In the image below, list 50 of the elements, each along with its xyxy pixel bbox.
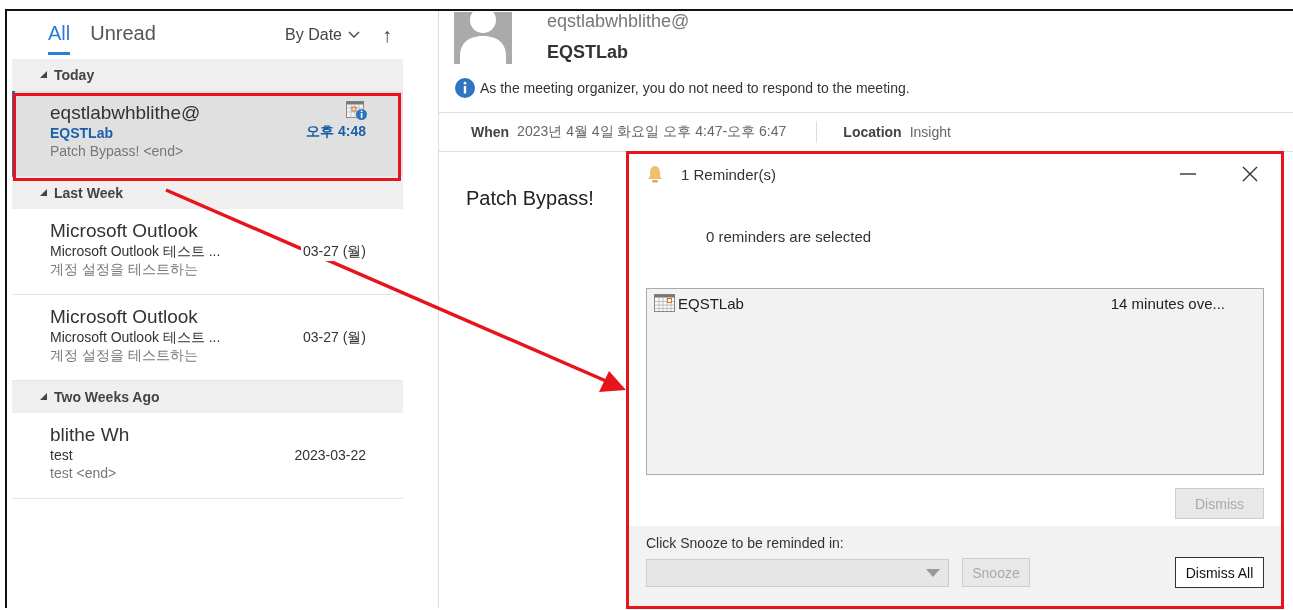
chevron-down-icon <box>348 31 360 39</box>
selection-status: 0 reminders are selected <box>705 227 873 247</box>
sort-direction-button[interactable]: ↑ <box>382 23 392 47</box>
sender-name: Microsoft Outlook <box>50 305 199 328</box>
message-subject: Microsoft Outlook 테스트 ... <box>50 328 222 346</box>
reminder-row[interactable]: EQSTLab 14 minutes ove... <box>647 289 1263 315</box>
sender-name: blithe Wh <box>50 423 131 446</box>
received-time: 오후 4:48 <box>305 123 367 141</box>
message-subject: Microsoft Outlook 테스트 ... <box>50 242 222 260</box>
received-time: 03-27 (월) <box>300 329 368 347</box>
when-label: When <box>471 124 510 140</box>
dropdown-arrow-icon <box>926 568 940 577</box>
location-label: Location <box>843 124 902 140</box>
group-header[interactable]: Last Week <box>12 177 403 209</box>
dismiss-all-button[interactable]: Dismiss All <box>1175 557 1264 588</box>
location-value: Insight <box>909 124 951 140</box>
close-icon <box>1241 165 1259 183</box>
message-item[interactable]: blithe Wh test test <end> 2023-03-22 <box>12 413 403 499</box>
bell-icon <box>646 165 664 183</box>
when-value: 2023년 4월 4일 화요일 오후 4:47-오후 6:47 <box>517 123 787 141</box>
sender-address: eqstlabwhblithe@ <box>547 12 690 30</box>
filter-tab[interactable]: All <box>48 15 71 55</box>
reminder-due: 14 minutes ove... <box>1110 294 1225 312</box>
snooze-label: Click Snooze to be reminded in: <box>646 535 845 551</box>
message-preview: 계정 설정을 테스트하는 <box>50 260 199 278</box>
sender-name: EQSTLab <box>547 42 629 63</box>
message-item[interactable]: eqstlabwhblithe@ EQSTLab Patch Bypass! <end> 오후 4:48 <box>12 91 403 177</box>
message-preview: test <end> <box>50 464 118 482</box>
group-header[interactable]: Today <box>12 59 403 91</box>
info-icon <box>455 78 475 98</box>
dialog-title: 1 Reminder(s) <box>681 165 777 183</box>
received-time: 2023-03-22 <box>292 447 368 463</box>
message-body: Patch Bypass! <box>466 187 594 210</box>
message-subject: EQSTLab <box>50 124 114 142</box>
group-header[interactable]: Two Weeks Ago <box>12 381 403 413</box>
received-time: 03-27 (월) <box>300 243 368 261</box>
message-preview: 계정 설정을 테스트하는 <box>50 346 199 364</box>
avatar-silhouette <box>454 12 512 64</box>
sender-name: Microsoft Outlook <box>50 219 199 242</box>
message-preview: Patch Bypass! <end> <box>50 142 185 160</box>
sort-button[interactable]: By Date <box>285 26 360 44</box>
filter-tab[interactable]: Unread <box>90 15 156 55</box>
sender-name: eqstlabwhblithe@ <box>50 101 202 124</box>
message-item[interactable]: Microsoft Outlook Microsoft Outlook 테스트 ... 계정 설정을 테스트하는 03-27 (월) <box>12 209 403 295</box>
meeting-info-icon <box>346 101 368 121</box>
calendar-icon <box>654 294 675 312</box>
reminder-subject: EQSTLab <box>678 294 744 312</box>
minimize-icon <box>1180 173 1196 175</box>
info-message: As the meeting organizer, you do not need to respond to the meeting. <box>480 80 910 96</box>
message-subject: test <box>50 446 74 464</box>
